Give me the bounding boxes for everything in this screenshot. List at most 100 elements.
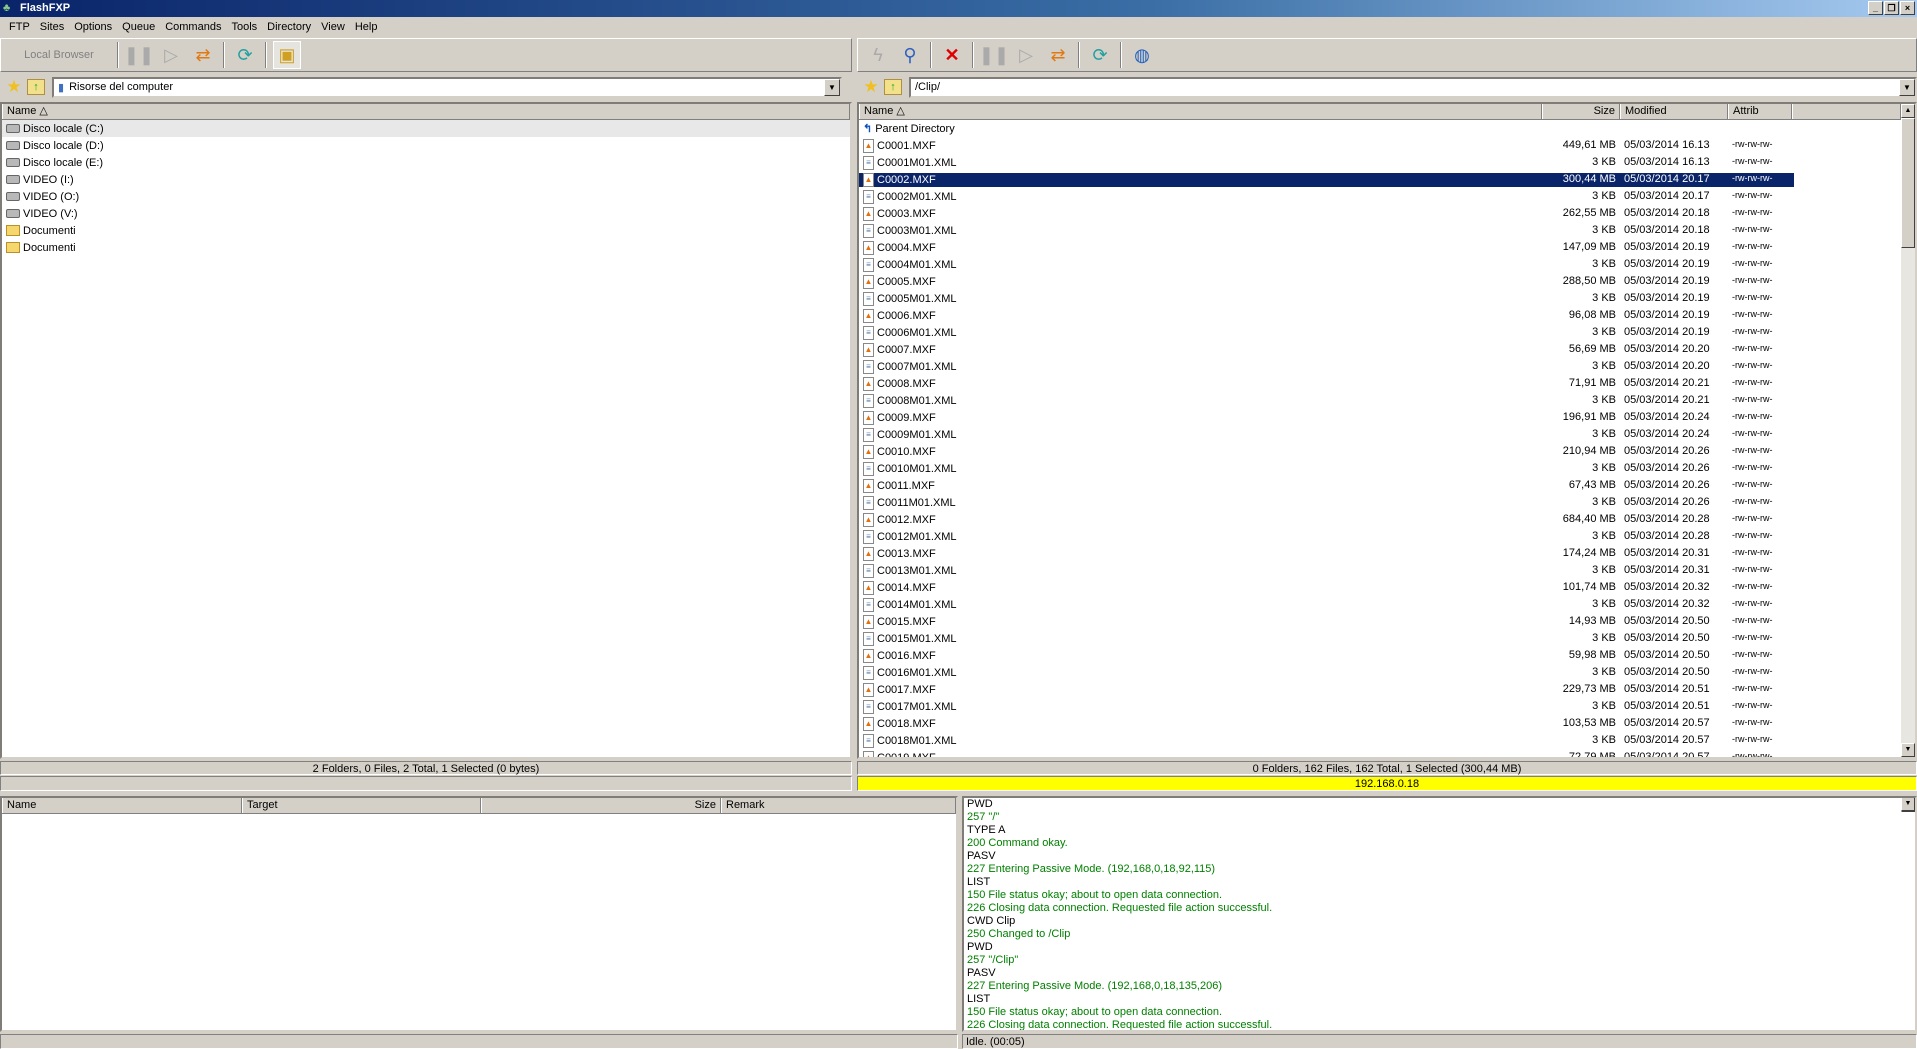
scroll-thumb[interactable] xyxy=(1901,118,1915,248)
list-item[interactable]: VIDEO (O:) xyxy=(2,188,850,205)
column-header-size[interactable]: Size xyxy=(1542,104,1620,119)
parent-directory-row[interactable]: ↰ Parent Directory xyxy=(859,120,1915,137)
file-row[interactable]: ≡ C0011M01.XML 3 KB 05/03/2014 20.26 -rw-rw-… xyxy=(859,494,1915,511)
file-row[interactable]: ≡ C0018M01.XML 3 KB 05/03/2014 20.57 -rw-rw-… xyxy=(859,732,1915,749)
file-row[interactable]: ▲ C0012.MXF 684,40 MB 05/03/2014 20.28 -rw-r… xyxy=(859,511,1915,528)
queue-column-size[interactable]: Size xyxy=(481,798,721,813)
favorites-star-icon[interactable]: ★ xyxy=(4,77,24,97)
menu-ftp[interactable]: FTP xyxy=(4,21,35,33)
menu-options[interactable]: Options xyxy=(69,21,117,33)
file-row[interactable]: ▲ C0019.MXF 72,79 MB 05/03/2014 20.57 -rw-rw… xyxy=(859,749,1915,757)
file-row[interactable]: ▲ C0001.MXF 449,61 MB 05/03/2014 16.13 -rw-r… xyxy=(859,137,1915,154)
refresh-icon[interactable]: ⟳ xyxy=(231,41,259,69)
file-row[interactable]: ≡ C0015M01.XML 3 KB 05/03/2014 20.50 -rw-rw-… xyxy=(859,630,1915,647)
file-row[interactable]: ≡ C0007M01.XML 3 KB 05/03/2014 20.20 -rw-rw-… xyxy=(859,358,1915,375)
file-row[interactable]: ▲ C0004.MXF 147,09 MB 05/03/2014 20.19 -rw-r… xyxy=(859,239,1915,256)
menu-sites[interactable]: Sites xyxy=(35,21,69,33)
left-path-combo[interactable]: ▮ Risorse del computer ▼ xyxy=(52,76,842,98)
file-row[interactable]: ≡ C0012M01.XML 3 KB 05/03/2014 20.28 -rw-rw-… xyxy=(859,528,1915,545)
menu-help[interactable]: Help xyxy=(350,21,383,33)
menu-view[interactable]: View xyxy=(316,21,350,33)
pause-icon[interactable]: ❚❚ xyxy=(979,41,1009,69)
file-row[interactable]: ≡ C0006M01.XML 3 KB 05/03/2014 20.19 -rw-rw-… xyxy=(859,324,1915,341)
file-row[interactable]: ≡ C0003M01.XML 3 KB 05/03/2014 20.18 -rw-rw-… xyxy=(859,222,1915,239)
local-computer-icon[interactable]: ▣ xyxy=(273,41,301,69)
file-row[interactable]: ▲ C0017.MXF 229,73 MB 05/03/2014 20.51 -rw-r… xyxy=(859,681,1915,698)
parent-folder-icon[interactable]: ↑ xyxy=(883,79,902,95)
file-row[interactable]: ▲ C0013.MXF 174,24 MB 05/03/2014 20.31 -rw-r… xyxy=(859,545,1915,562)
transfer-icon[interactable]: ⇄ xyxy=(1044,41,1072,69)
file-row[interactable]: ▲ C0015.MXF 14,93 MB 05/03/2014 20.50 -rw-rw… xyxy=(859,613,1915,630)
dropdown-arrow-icon[interactable]: ▼ xyxy=(824,78,840,96)
list-item[interactable]: Documenti xyxy=(2,239,850,256)
file-row[interactable]: ▲ C0002.MXF 300,44 MB 05/03/2014 20.17 -rw-r… xyxy=(859,171,1915,188)
connect-icon[interactable]: ϟ xyxy=(864,41,892,69)
file-row[interactable]: ▲ C0018.MXF 103,53 MB 05/03/2014 20.57 -rw-r… xyxy=(859,715,1915,732)
queue-column-remark[interactable]: Remark xyxy=(721,798,956,813)
transfer-icon[interactable]: ⇄ xyxy=(189,41,217,69)
scroll-down-icon[interactable]: ▼ xyxy=(1901,743,1915,757)
file-row[interactable]: ≡ C0016M01.XML 3 KB 05/03/2014 20.50 -rw-rw-… xyxy=(859,664,1915,681)
list-item[interactable]: Documenti xyxy=(2,222,850,239)
transfer-queue[interactable]: Name Target Size Remark xyxy=(0,796,958,1032)
scroll-down-icon[interactable]: ▼ xyxy=(1901,796,1915,797)
file-row[interactable]: ≡ C0017M01.XML 3 KB 05/03/2014 20.51 -rw-rw-… xyxy=(859,698,1915,715)
quick-connect-icon[interactable]: ⚲ xyxy=(896,41,924,69)
log-scrollbar[interactable]: ▲ ▼ ▼ xyxy=(1901,796,1915,812)
list-item[interactable]: Disco locale (D:) xyxy=(2,137,850,154)
file-row[interactable]: ≡ C0004M01.XML 3 KB 05/03/2014 20.19 -rw-rw-… xyxy=(859,256,1915,273)
favorites-star-icon[interactable]: ★ xyxy=(861,77,881,97)
file-row[interactable]: ≡ C0014M01.XML 3 KB 05/03/2014 20.32 -rw-rw-… xyxy=(859,596,1915,613)
file-row[interactable]: ▲ C0009.MXF 196,91 MB 05/03/2014 20.24 -rw-r… xyxy=(859,409,1915,426)
refresh-icon[interactable]: ⟳ xyxy=(1086,41,1114,69)
column-header-attrib[interactable]: Attrib xyxy=(1728,104,1792,119)
local-browser-button[interactable]: Local Browser xyxy=(7,49,111,61)
list-item[interactable]: Disco locale (E:) xyxy=(2,154,850,171)
column-header-name[interactable]: Name △ xyxy=(2,104,850,119)
list-item[interactable]: Disco locale (C:) xyxy=(2,120,850,137)
local-file-list[interactable]: Name △ Disco locale (C:) Disco locale (D:… xyxy=(0,102,852,759)
menu-tools[interactable]: Tools xyxy=(226,21,262,33)
file-row[interactable]: ▲ C0016.MXF 59,98 MB 05/03/2014 20.50 -rw-rw… xyxy=(859,647,1915,664)
file-row[interactable]: ▲ C0007.MXF 56,69 MB 05/03/2014 20.20 -rw-rw… xyxy=(859,341,1915,358)
disconnect-icon[interactable]: ✕ xyxy=(938,41,966,69)
file-row[interactable]: ≡ C0001M01.XML 3 KB 05/03/2014 16.13 -rw-rw-… xyxy=(859,154,1915,171)
file-row[interactable]: ≡ C0010M01.XML 3 KB 05/03/2014 20.26 -rw-rw-… xyxy=(859,460,1915,477)
file-row[interactable]: ≡ C0002M01.XML 3 KB 05/03/2014 20.17 -rw-rw-… xyxy=(859,188,1915,205)
right-path-combo[interactable]: /Clip/ ▼ xyxy=(908,76,1917,98)
list-item[interactable]: VIDEO (V:) xyxy=(2,205,850,222)
pause-icon[interactable]: ❚❚ xyxy=(124,41,154,69)
column-header-modified[interactable]: Modified xyxy=(1620,104,1728,119)
file-row[interactable]: ▲ C0005.MXF 288,50 MB 05/03/2014 20.19 -rw-r… xyxy=(859,273,1915,290)
session-log[interactable]: PWD 257 "/" TYPE A 200 Command okay. PASV 227… xyxy=(962,796,1917,1032)
menu-commands[interactable]: Commands xyxy=(160,21,226,33)
play-icon[interactable]: ▷ xyxy=(157,41,185,69)
menu-directory[interactable]: Directory xyxy=(262,21,316,33)
remote-scrollbar[interactable]: ▲ ▼ xyxy=(1901,104,1915,757)
file-row[interactable]: ▲ C0014.MXF 101,74 MB 05/03/2014 20.32 -rw-r… xyxy=(859,579,1915,596)
file-row[interactable]: ▲ C0010.MXF 210,94 MB 05/03/2014 20.26 -rw-r… xyxy=(859,443,1915,460)
file-row[interactable]: ≡ C0005M01.XML 3 KB 05/03/2014 20.19 -rw-rw-… xyxy=(859,290,1915,307)
file-row[interactable]: ▲ C0003.MXF 262,55 MB 05/03/2014 20.18 -rw-r… xyxy=(859,205,1915,222)
file-row[interactable]: ≡ C0009M01.XML 3 KB 05/03/2014 20.24 -rw-rw-… xyxy=(859,426,1915,443)
column-header-name[interactable]: Name △ xyxy=(859,104,1542,119)
file-row[interactable]: ≡ C0013M01.XML 3 KB 05/03/2014 20.31 -rw-rw-… xyxy=(859,562,1915,579)
menu-queue[interactable]: Queue xyxy=(117,21,160,33)
parent-folder-icon[interactable]: ↑ xyxy=(27,79,45,95)
restore-button[interactable]: ❐ xyxy=(1884,1,1899,15)
minimize-button[interactable]: _ xyxy=(1868,1,1883,15)
globe-icon[interactable]: ◍ xyxy=(1128,41,1156,69)
scroll-down-end-icon[interactable]: ▼ xyxy=(1901,798,1915,811)
close-button[interactable]: × xyxy=(1900,1,1915,15)
remote-file-list[interactable]: Name △ Size Modified Attrib ↰ Parent Dire… xyxy=(857,102,1917,759)
file-row[interactable]: ▲ C0008.MXF 71,91 MB 05/03/2014 20.21 -rw-rw… xyxy=(859,375,1915,392)
queue-column-name[interactable]: Name xyxy=(2,798,242,813)
list-item[interactable]: VIDEO (I:) xyxy=(2,171,850,188)
file-row[interactable]: ≡ C0008M01.XML 3 KB 05/03/2014 20.21 -rw-rw-… xyxy=(859,392,1915,409)
file-row[interactable]: ▲ C0011.MXF 67,43 MB 05/03/2014 20.26 -rw-rw… xyxy=(859,477,1915,494)
dropdown-arrow-icon[interactable]: ▼ xyxy=(1899,78,1915,96)
scroll-up-icon[interactable]: ▲ xyxy=(1901,104,1915,118)
queue-column-target[interactable]: Target xyxy=(242,798,481,813)
file-row[interactable]: ▲ C0006.MXF 96,08 MB 05/03/2014 20.19 -rw-rw… xyxy=(859,307,1915,324)
play-icon[interactable]: ▷ xyxy=(1012,41,1040,69)
